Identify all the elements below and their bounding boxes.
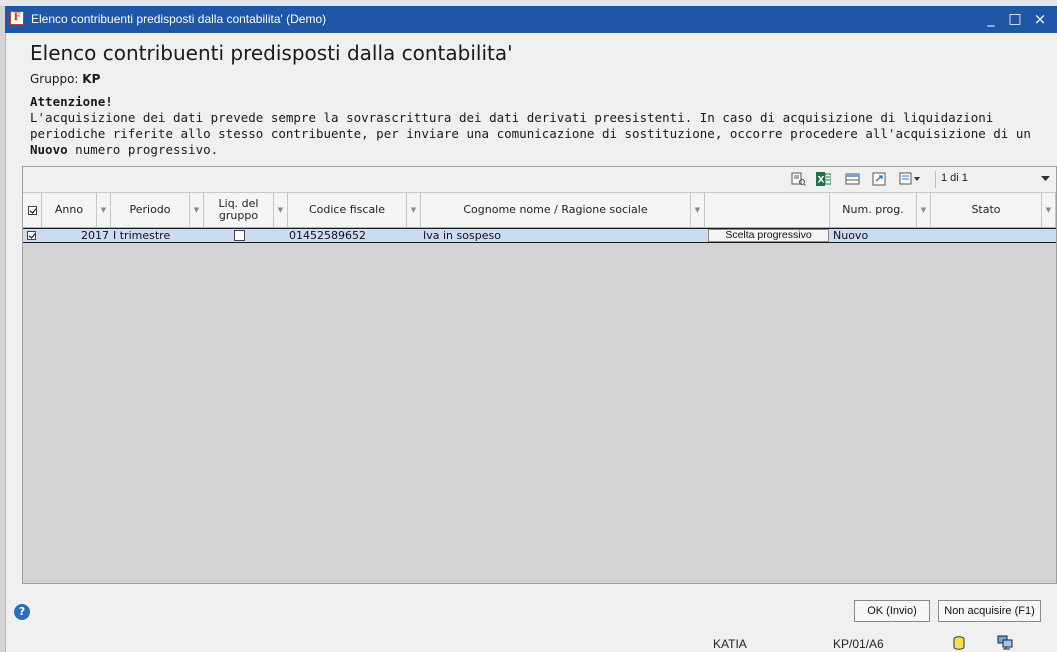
cell-cognome-nome: Iva in sospeso [423, 229, 501, 242]
row-select-cell[interactable] [27, 231, 36, 244]
periodo-filter-icon[interactable]: ▼ [190, 193, 204, 227]
refresh-icon[interactable] [872, 172, 887, 186]
column-liq-gruppo-label: Liq. del gruppo [218, 197, 259, 222]
pager-dropdown-icon[interactable] [1041, 176, 1050, 182]
grid-header: Anno ▼ Periodo ▼ Liq. del gruppo ▼ Codic… [23, 193, 1056, 228]
network-icon[interactable] [997, 635, 1014, 650]
gruppo-value: KP [82, 72, 101, 86]
app-icon: F [10, 11, 24, 25]
notice-text: L'acquisizione dei dati prevede sempre l… [30, 110, 1050, 158]
column-anno[interactable]: Anno [42, 193, 97, 227]
pager-label: 1 di 1 [941, 172, 968, 184]
column-codice-fiscale[interactable]: Codice fiscale [288, 193, 407, 227]
column-cognome-nome-label: Cognome nome / Ragione sociale [463, 203, 648, 216]
minimize-button[interactable]: _ [981, 10, 1001, 28]
grid-toolbar: X 1 di 1 [23, 167, 1056, 193]
status-code: KP/01/A6 [833, 637, 884, 651]
anno-filter-icon[interactable]: ▼ [97, 193, 111, 227]
contribuenti-grid: X 1 di 1 Anno ▼ Periodo ▼ Liq. del grupp… [22, 166, 1057, 584]
stato-filter-icon[interactable]: ▼ [1042, 193, 1056, 227]
excel-export-icon[interactable]: X [816, 172, 831, 186]
column-stato-label: Stato [971, 203, 1001, 216]
notice-title: Attenzione! [30, 94, 113, 109]
column-num-prog[interactable]: Num. prog. [830, 193, 917, 227]
help-icon[interactable]: ? [14, 604, 30, 620]
cell-num-prog: Nuovo [833, 229, 869, 242]
svg-text:X: X [818, 176, 825, 186]
non-acquisire-button[interactable]: Non acquisire (F1) [938, 600, 1041, 622]
print-preview-icon[interactable] [791, 172, 806, 186]
status-user: KATIA [713, 637, 747, 651]
num-prog-filter-icon[interactable]: ▼ [917, 193, 931, 227]
column-codice-fiscale-label: Codice fiscale [308, 203, 386, 216]
window-title: Elenco contribuenti predisposti dalla co… [31, 12, 327, 26]
filter-settings-icon[interactable] [899, 172, 921, 186]
dialog-window: Elenco contribuenti predisposti dalla co… [5, 33, 1057, 652]
columns-icon[interactable] [845, 172, 860, 186]
column-periodo-label: Periodo [129, 203, 171, 216]
maximize-button[interactable]: □ [1005, 10, 1025, 28]
column-liq-gruppo[interactable]: Liq. del gruppo [204, 193, 274, 227]
column-action [705, 193, 830, 227]
cell-periodo: I trimestre [113, 229, 171, 242]
notice-text-part1: L'acquisizione dei dati prevede sempre l… [30, 110, 1031, 141]
notice-text-part2: numero progressivo. [67, 142, 219, 157]
notice-text-bold: Nuovo [30, 142, 68, 157]
column-stato[interactable]: Stato [931, 193, 1042, 227]
cell-codice-fiscale: 01452589652 [289, 229, 366, 242]
codice-fiscale-filter-icon[interactable]: ▼ [407, 193, 421, 227]
row-select-checkbox[interactable] [27, 231, 36, 240]
header-select-all[interactable] [23, 193, 42, 227]
column-anno-label: Anno [54, 203, 84, 216]
page-title: Elenco contribuenti predisposti dalla co… [30, 41, 513, 65]
cognome-nome-filter-icon[interactable]: ▼ [691, 193, 705, 227]
title-bar[interactable]: F Elenco contribuenti predisposti dalla … [5, 6, 1057, 33]
close-button[interactable]: × [1030, 10, 1050, 28]
liq-gruppo-checkbox[interactable] [234, 230, 245, 241]
liq-gruppo-filter-icon[interactable]: ▼ [274, 193, 288, 227]
database-icon[interactable] [953, 636, 965, 650]
gruppo-label: Gruppo: [30, 72, 79, 86]
cell-liq-gruppo[interactable] [234, 230, 245, 243]
column-num-prog-label: Num. prog. [842, 203, 904, 216]
column-periodo[interactable]: Periodo [111, 193, 190, 227]
gruppo-line: Gruppo: KP [30, 72, 100, 86]
select-all-checkbox[interactable] [27, 205, 37, 215]
ok-button[interactable]: OK (Invio) [854, 600, 930, 622]
column-cognome-nome[interactable]: Cognome nome / Ragione sociale [421, 193, 691, 227]
cell-anno: 2017 [81, 229, 109, 242]
toolbar-separator [935, 171, 936, 188]
table-row[interactable]: 2017 I trimestre 01452589652 Iva in sosp… [23, 228, 1056, 243]
scelta-progressivo-button[interactable]: Scelta progressivo [708, 229, 829, 242]
